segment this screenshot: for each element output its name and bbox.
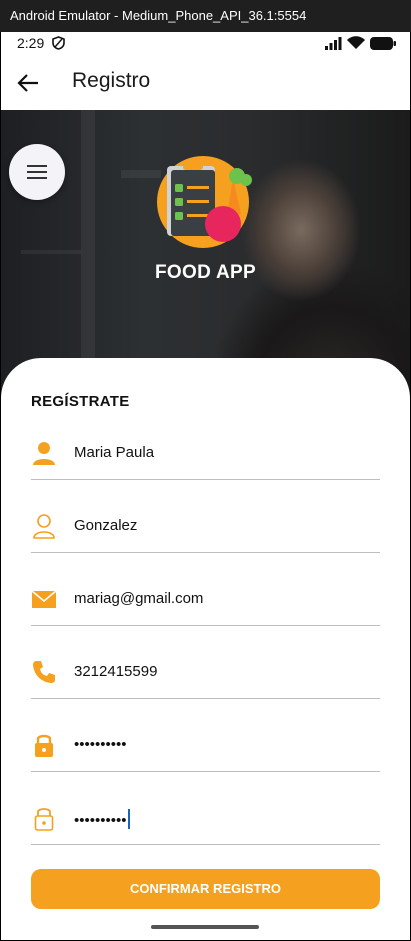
surname-value: Gonzalez: [74, 517, 138, 534]
email-value: mariag@gmail.com: [74, 590, 204, 607]
shield-icon: [52, 36, 65, 50]
phone-icon: [33, 661, 55, 683]
emulator-window-title: Android Emulator - Medium_Phone_API_36.1…: [0, 0, 411, 32]
battery-icon: [370, 36, 396, 50]
gesture-home-bar[interactable]: [151, 925, 259, 929]
app-bar: Registro: [1, 56, 410, 110]
phone-field[interactable]: 3212415599: [31, 647, 380, 699]
person-outline-icon: [33, 514, 55, 539]
password-field[interactable]: ••••••••••: [31, 720, 380, 772]
hero-banner: FOOD APP: [1, 110, 410, 400]
surname-field[interactable]: Gonzalez: [31, 501, 380, 553]
menu-button[interactable]: [9, 144, 65, 200]
brand-name: FOOD APP: [155, 262, 256, 283]
hamburger-menu-icon: [27, 165, 47, 179]
person-filled-icon: [33, 442, 55, 465]
status-icons: [325, 36, 396, 50]
confirm-password-value: ••••••••••: [74, 809, 130, 829]
back-arrow-icon[interactable]: [15, 69, 43, 97]
lock-outline-icon: [34, 808, 54, 831]
lock-filled-icon: [35, 734, 53, 757]
page-title: Registro: [72, 69, 151, 92]
confirm-password-field[interactable]: ••••••••••: [31, 793, 380, 845]
password-value: ••••••••••: [74, 736, 127, 753]
phone-value: 3212415599: [74, 663, 158, 680]
form-title: REGÍSTRATE: [31, 393, 130, 410]
text-cursor: [127, 809, 130, 829]
signal-icon: [325, 36, 342, 50]
status-bar: 2:29: [1, 32, 410, 56]
food-app-logo-icon: [157, 156, 252, 248]
name-value: Maria Paula: [74, 444, 155, 461]
phone-screen: 2:29 Registro FOOD APP REGÍSTRATE Maria …: [1, 32, 410, 940]
registration-card: REGÍSTRATE Maria Paula Gonzalez mariag@g…: [1, 358, 410, 940]
name-field[interactable]: Maria Paula: [31, 428, 380, 480]
status-time: 2:29: [17, 35, 45, 51]
wifi-icon: [347, 36, 365, 49]
email-field[interactable]: mariag@gmail.com: [31, 574, 380, 626]
confirm-registration-button[interactable]: CONFIRMAR REGISTRO: [31, 869, 380, 909]
mail-icon: [31, 590, 57, 608]
